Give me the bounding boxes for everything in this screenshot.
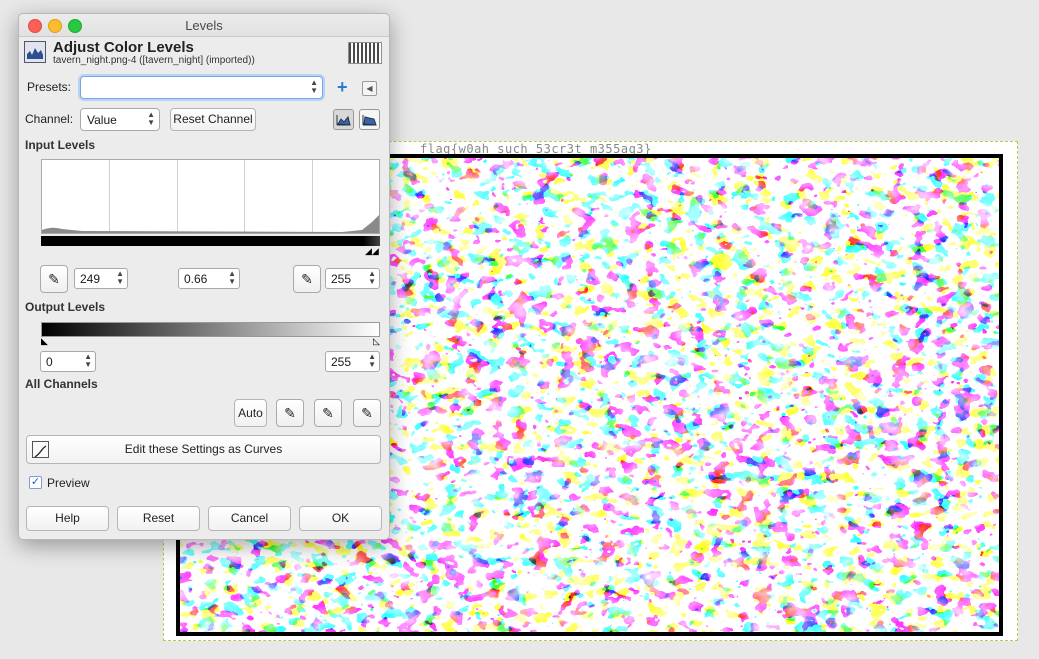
eyedropper-icon[interactable]: ✎ [353, 399, 381, 427]
image-name: tavern_night.png-4 ([tavern_night] (impo… [53, 55, 255, 66]
input-high-value: 255 [331, 272, 352, 286]
eyedropper-icon[interactable]: ✎ [293, 265, 321, 293]
edit-as-curves-button[interactable]: Edit these Settings as Curves [26, 435, 381, 464]
log-histogram-icon[interactable] [359, 109, 380, 130]
stepper-arrows-icon[interactable]: ▲ ▼ [116, 270, 124, 286]
output-high-spin[interactable]: 255 ▲ ▼ [325, 351, 380, 372]
channel-select[interactable]: Value ▲ ▼ [80, 108, 160, 131]
output-low-value: 0 [46, 355, 53, 369]
stepper-arrows-icon[interactable]: ▲ ▼ [368, 270, 376, 286]
help-button[interactable]: Help [26, 506, 109, 531]
presets-label: Presets: [27, 80, 72, 94]
input-levels-heading: Input Levels [25, 138, 96, 152]
levels-dialog: Levels Adjust Color Levels tavern_night.… [18, 13, 390, 540]
preview-label: Preview [47, 476, 90, 490]
edit-as-curves-label: Edit these Settings as Curves [124, 442, 283, 456]
output-low-handle-icon[interactable]: ◣ [41, 337, 48, 346]
all-channels-heading: All Channels [25, 377, 98, 391]
histogram [41, 159, 380, 234]
curves-icon [32, 441, 49, 458]
stepper-arrows-icon[interactable]: ▲ ▼ [228, 270, 236, 286]
input-handles-icon[interactable]: ◢◢ [365, 247, 379, 256]
auto-button[interactable]: Auto [234, 399, 267, 427]
input-high-spin[interactable]: 255 ▲ ▼ [325, 268, 380, 289]
dialog-heading: Adjust Color Levels [53, 39, 194, 56]
output-high-value: 255 [331, 355, 352, 369]
image-thumbnail [348, 42, 382, 64]
reset-channel-button[interactable]: Reset Channel [170, 108, 256, 131]
channel-value: Value [87, 113, 117, 127]
stepper-arrows-icon: ▲ ▼ [147, 110, 155, 127]
output-gradient-bar [41, 322, 380, 337]
plus-icon[interactable]: + [337, 78, 348, 96]
levels-icon [24, 41, 46, 63]
reset-button[interactable]: Reset [117, 506, 200, 531]
input-gamma-spin[interactable]: 0.66 ▲ ▼ [178, 268, 240, 289]
cancel-button[interactable]: Cancel [208, 506, 291, 531]
eyedropper-icon[interactable]: ✎ [276, 399, 304, 427]
window-title: Levels [185, 18, 223, 33]
titlebar[interactable]: Levels [19, 14, 389, 37]
preview-checkbox[interactable]: ✓ [29, 476, 42, 489]
dialog-header: Adjust Color Levels tavern_night.png-4 (… [24, 39, 384, 69]
stepper-arrows-icon: ▲ ▼ [310, 78, 318, 95]
input-low-spin[interactable]: 249 ▲ ▼ [74, 268, 128, 289]
channel-label: Channel: [25, 112, 74, 126]
histogram-plot [42, 215, 379, 233]
input-low-value: 249 [80, 272, 101, 286]
stepper-arrows-icon[interactable]: ▲ ▼ [368, 353, 376, 369]
output-high-handle-icon[interactable]: ◺ [373, 337, 380, 346]
input-gamma-value: 0.66 [184, 272, 208, 286]
eyedropper-icon[interactable]: ✎ [40, 265, 68, 293]
triangle-left-icon[interactable]: ◀ [362, 81, 377, 96]
presets-combo[interactable]: ▲ ▼ [80, 76, 323, 99]
linear-histogram-icon[interactable] [333, 109, 354, 130]
ok-button[interactable]: OK [299, 506, 382, 531]
stepper-arrows-icon[interactable]: ▲ ▼ [84, 353, 92, 369]
eyedropper-icon[interactable]: ✎ [314, 399, 342, 427]
output-low-spin[interactable]: 0 ▲ ▼ [40, 351, 96, 372]
input-gradient-bar [41, 236, 380, 246]
output-levels-heading: Output Levels [25, 300, 106, 314]
